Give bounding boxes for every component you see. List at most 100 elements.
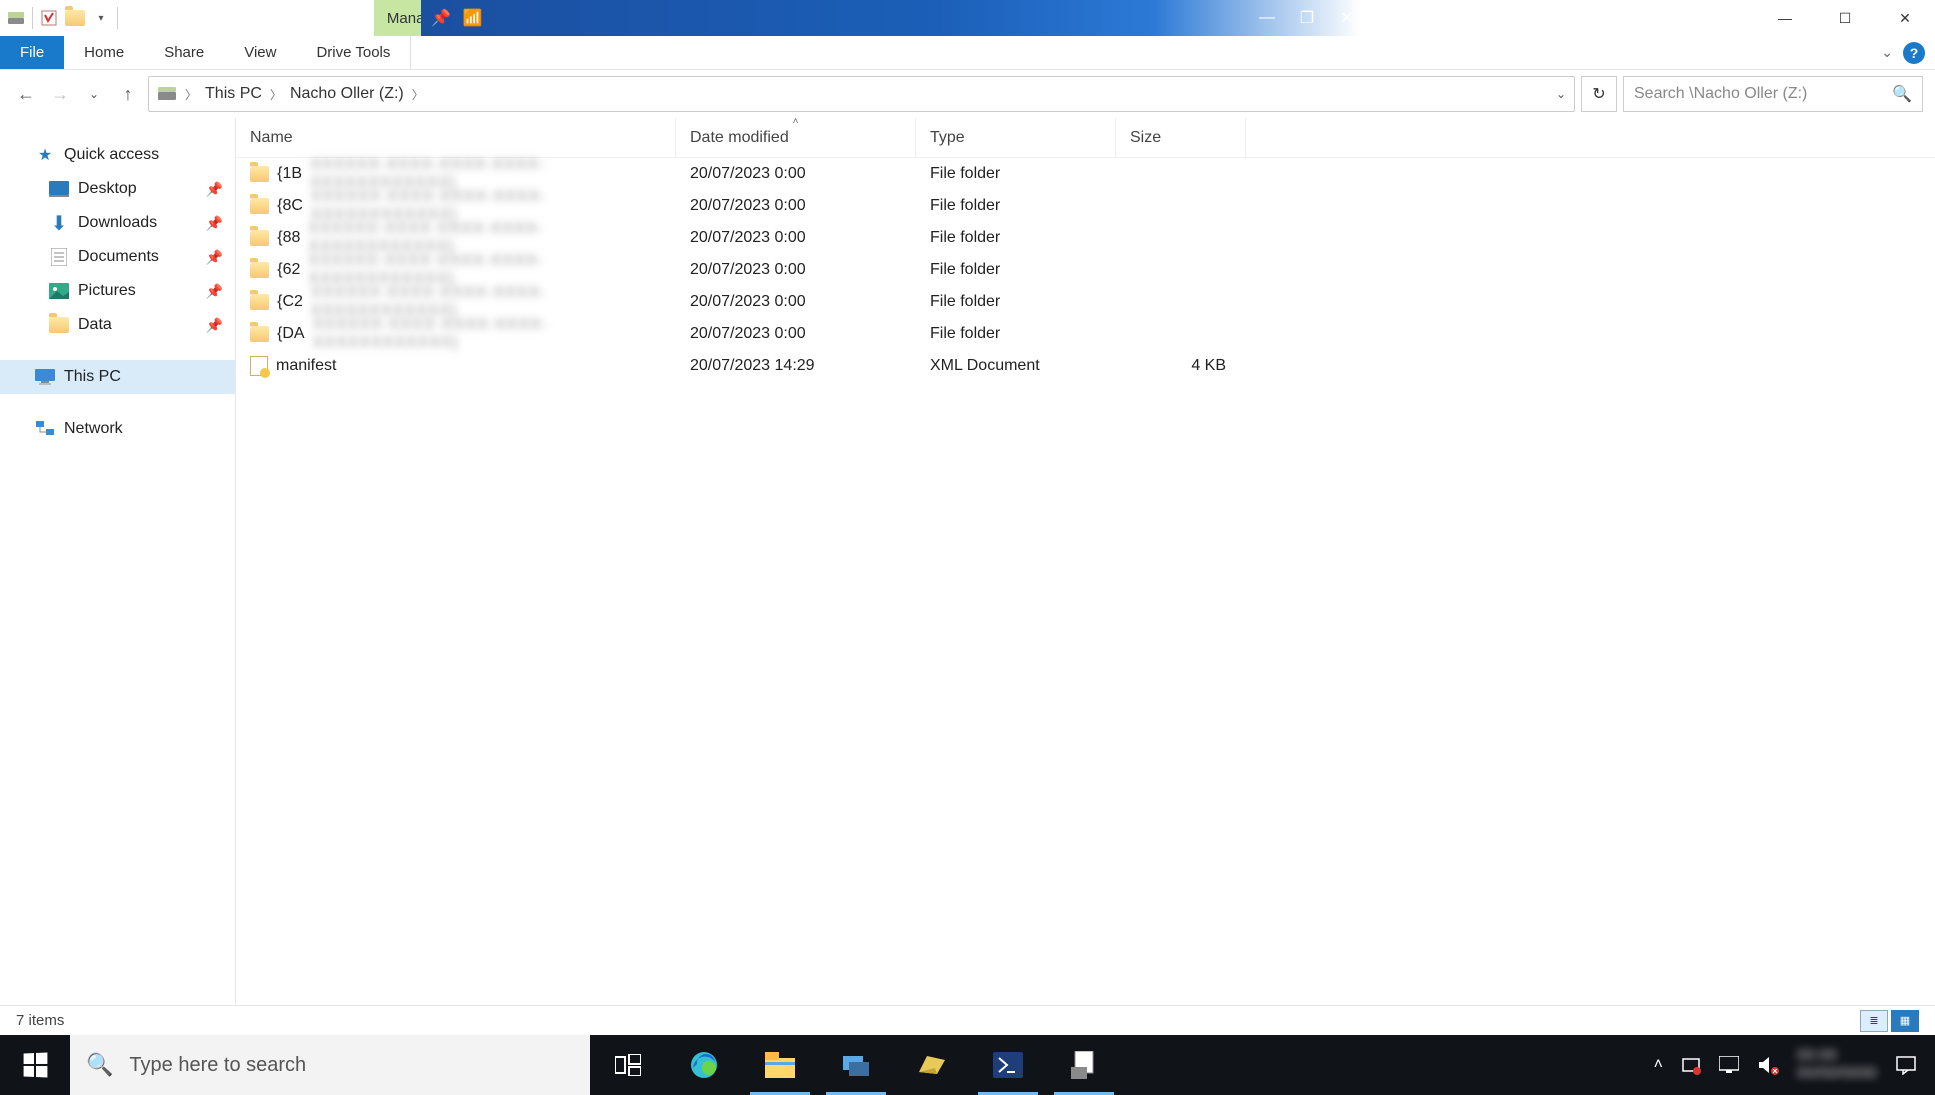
pin-icon: 📌 bbox=[206, 249, 223, 266]
remote-minimize-button[interactable]: — bbox=[1253, 4, 1281, 32]
crumb-drive[interactable]: Nacho Oller (Z:) bbox=[290, 85, 404, 103]
refresh-button[interactable]: ↻ bbox=[1581, 76, 1617, 112]
taskbar-search[interactable]: 🔍 Type here to search bbox=[70, 1035, 590, 1095]
chevron-right-icon[interactable]: 〉 bbox=[181, 86, 201, 103]
navpane-documents[interactable]: Documents 📌 bbox=[0, 240, 235, 274]
list-item[interactable]: {DAXXXXXX-XXXX-XXXX-XXXX-XXXXXXXXXXXX}20… bbox=[236, 318, 1935, 350]
remote-restore-button[interactable]: ❐ bbox=[1293, 4, 1321, 32]
remote-close-button[interactable]: ✕ bbox=[1333, 4, 1361, 32]
file-rows: {1BXXXXXX-XXXX-XXXX-XXXX-XXXXXXXXXXXX}20… bbox=[236, 158, 1935, 382]
taskbar-powershell[interactable] bbox=[970, 1035, 1046, 1095]
navpane-label: Downloads bbox=[78, 214, 157, 232]
item-name: manifest bbox=[276, 357, 336, 375]
pin-icon: 📌 bbox=[206, 215, 223, 232]
navpane-this-pc[interactable]: This PC bbox=[0, 360, 235, 394]
search-icon[interactable]: 🔍 bbox=[1892, 84, 1912, 104]
tray-notifications-icon[interactable] bbox=[1895, 1055, 1917, 1075]
list-item[interactable]: {1BXXXXXX-XXXX-XXXX-XXXX-XXXXXXXXXXXX}20… bbox=[236, 158, 1935, 190]
crumb-this-pc[interactable]: This PC bbox=[205, 85, 262, 103]
folder-icon bbox=[250, 230, 269, 246]
tab-home[interactable]: Home bbox=[64, 36, 144, 69]
navpane-pictures[interactable]: Pictures 📌 bbox=[0, 274, 235, 308]
taskbar-edge[interactable] bbox=[666, 1035, 742, 1095]
item-name-redacted: XXXXXX-XXXX-XXXX-XXXX-XXXXXXXXXXXX} bbox=[310, 156, 676, 192]
item-name-redacted: XXXXXX-XXXX-XXXX-XXXX-XXXXXXXXXXXX} bbox=[308, 220, 676, 256]
help-button[interactable]: ? bbox=[1903, 42, 1925, 64]
tray-clock[interactable]: 00:0000/00/0000 bbox=[1797, 1047, 1877, 1083]
nav-up-button[interactable]: ↑ bbox=[114, 80, 142, 108]
navpane-data[interactable]: Data 📌 bbox=[0, 308, 235, 342]
item-name: {88 bbox=[277, 229, 300, 247]
folder-icon bbox=[250, 262, 269, 278]
tab-share[interactable]: Share bbox=[144, 36, 224, 69]
item-name-redacted: XXXXXX-XXXX-XXXX-XXXX-XXXXXXXXXXXX} bbox=[308, 252, 676, 288]
properties-icon[interactable] bbox=[39, 8, 59, 28]
navpane-downloads[interactable]: ⬇ Downloads 📌 bbox=[0, 206, 235, 240]
item-type: File folder bbox=[916, 325, 1116, 343]
navpane-network[interactable]: Network bbox=[0, 412, 235, 446]
nav-back-button[interactable]: ← bbox=[12, 80, 40, 108]
desktop-icon bbox=[48, 178, 70, 200]
ribbon-expand-icon[interactable]: ⌄ bbox=[1881, 44, 1893, 61]
item-date: 20/07/2023 14:29 bbox=[676, 357, 916, 375]
list-item[interactable]: {88XXXXXX-XXXX-XXXX-XXXX-XXXXXXXXXXXX}20… bbox=[236, 222, 1935, 254]
item-date: 20/07/2023 0:00 bbox=[676, 197, 916, 215]
item-date: 20/07/2023 0:00 bbox=[676, 325, 916, 343]
taskbar-app-3[interactable] bbox=[1046, 1035, 1122, 1095]
column-date-modified[interactable]: ˄ Date modified bbox=[676, 118, 916, 157]
navpane-label: Documents bbox=[78, 248, 159, 266]
nav-forward-button[interactable]: → bbox=[46, 80, 74, 108]
tray-display-icon[interactable] bbox=[1719, 1056, 1739, 1074]
item-type: File folder bbox=[916, 293, 1116, 311]
minimize-button[interactable]: — bbox=[1755, 0, 1815, 36]
tab-drive-tools[interactable]: Drive Tools bbox=[296, 36, 411, 69]
view-large-icons-button[interactable]: ▦ bbox=[1891, 1010, 1919, 1032]
column-name[interactable]: Name bbox=[236, 118, 676, 157]
column-size[interactable]: Size bbox=[1116, 118, 1246, 157]
tray-security-icon[interactable] bbox=[1681, 1055, 1701, 1075]
list-item[interactable]: {C2XXXXXX-XXXX-XXXX-XXXX-XXXXXXXXXXXX}20… bbox=[236, 286, 1935, 318]
list-item[interactable]: {62XXXXXX-XXXX-XXXX-XXXX-XXXXXXXXXXXX}20… bbox=[236, 254, 1935, 286]
column-headers: Name ˄ Date modified Type Size bbox=[236, 118, 1935, 158]
sort-ascending-icon: ˄ bbox=[793, 116, 799, 127]
close-button[interactable]: ✕ bbox=[1875, 0, 1935, 36]
column-type[interactable]: Type bbox=[916, 118, 1116, 157]
qat-dropdown-icon[interactable]: ▾ bbox=[91, 8, 111, 28]
tray-volume-muted-icon[interactable] bbox=[1757, 1055, 1779, 1075]
maximize-button[interactable]: ☐ bbox=[1815, 0, 1875, 36]
remote-pin-icon[interactable]: 📌 bbox=[431, 8, 451, 28]
taskbar-apps bbox=[590, 1035, 1122, 1095]
nav-recent-dropdown[interactable]: ⌄ bbox=[80, 80, 108, 108]
folder-icon bbox=[48, 314, 70, 336]
file-list: Name ˄ Date modified Type Size {1B XXXXXX… bbox=[235, 118, 1935, 1005]
tray-overflow-icon[interactable]: ˄ bbox=[1654, 1056, 1663, 1074]
search-input[interactable]: Search \Nacho Oller (Z:) 🔍 bbox=[1623, 76, 1923, 112]
tab-file[interactable]: File bbox=[0, 36, 64, 69]
search-placeholder: Search \Nacho Oller (Z:) bbox=[1634, 85, 1807, 103]
item-type: XML Document bbox=[916, 357, 1116, 375]
list-item[interactable]: {8CXXXXXX-XXXX-XXXX-XXXX-XXXXXXXXXXXX}20… bbox=[236, 190, 1935, 222]
navpane-quick-access[interactable]: ★ Quick access bbox=[0, 138, 235, 172]
list-item[interactable]: manifest20/07/2023 14:29XML Document4 KB bbox=[236, 350, 1935, 382]
pc-icon bbox=[34, 366, 56, 388]
breadcrumb[interactable]: 〉 This PC 〉 Nacho Oller (Z:) 〉 ⌄ bbox=[148, 76, 1575, 112]
start-button[interactable] bbox=[0, 1035, 70, 1095]
view-switcher: ≣ ▦ bbox=[1860, 1010, 1919, 1032]
taskbar-file-explorer[interactable] bbox=[742, 1035, 818, 1095]
navpane-label: Quick access bbox=[64, 146, 159, 164]
item-name: {1B bbox=[277, 165, 302, 183]
task-view-button[interactable] bbox=[590, 1035, 666, 1095]
new-folder-icon[interactable] bbox=[65, 8, 85, 28]
view-details-button[interactable]: ≣ bbox=[1860, 1010, 1888, 1032]
taskbar-app-2[interactable] bbox=[894, 1035, 970, 1095]
navpane-desktop[interactable]: Desktop 📌 bbox=[0, 172, 235, 206]
folder-icon bbox=[250, 326, 269, 342]
item-date: 20/07/2023 0:00 bbox=[676, 293, 916, 311]
tab-view[interactable]: View bbox=[224, 36, 296, 69]
chevron-right-icon[interactable]: 〉 bbox=[266, 86, 286, 103]
chevron-right-icon[interactable]: 〉 bbox=[408, 86, 428, 103]
breadcrumb-dropdown-icon[interactable]: ⌄ bbox=[1556, 87, 1566, 101]
taskbar-app-1[interactable] bbox=[818, 1035, 894, 1095]
window-controls: — ☐ ✕ bbox=[1755, 0, 1935, 36]
windows-logo-icon bbox=[24, 1052, 48, 1077]
